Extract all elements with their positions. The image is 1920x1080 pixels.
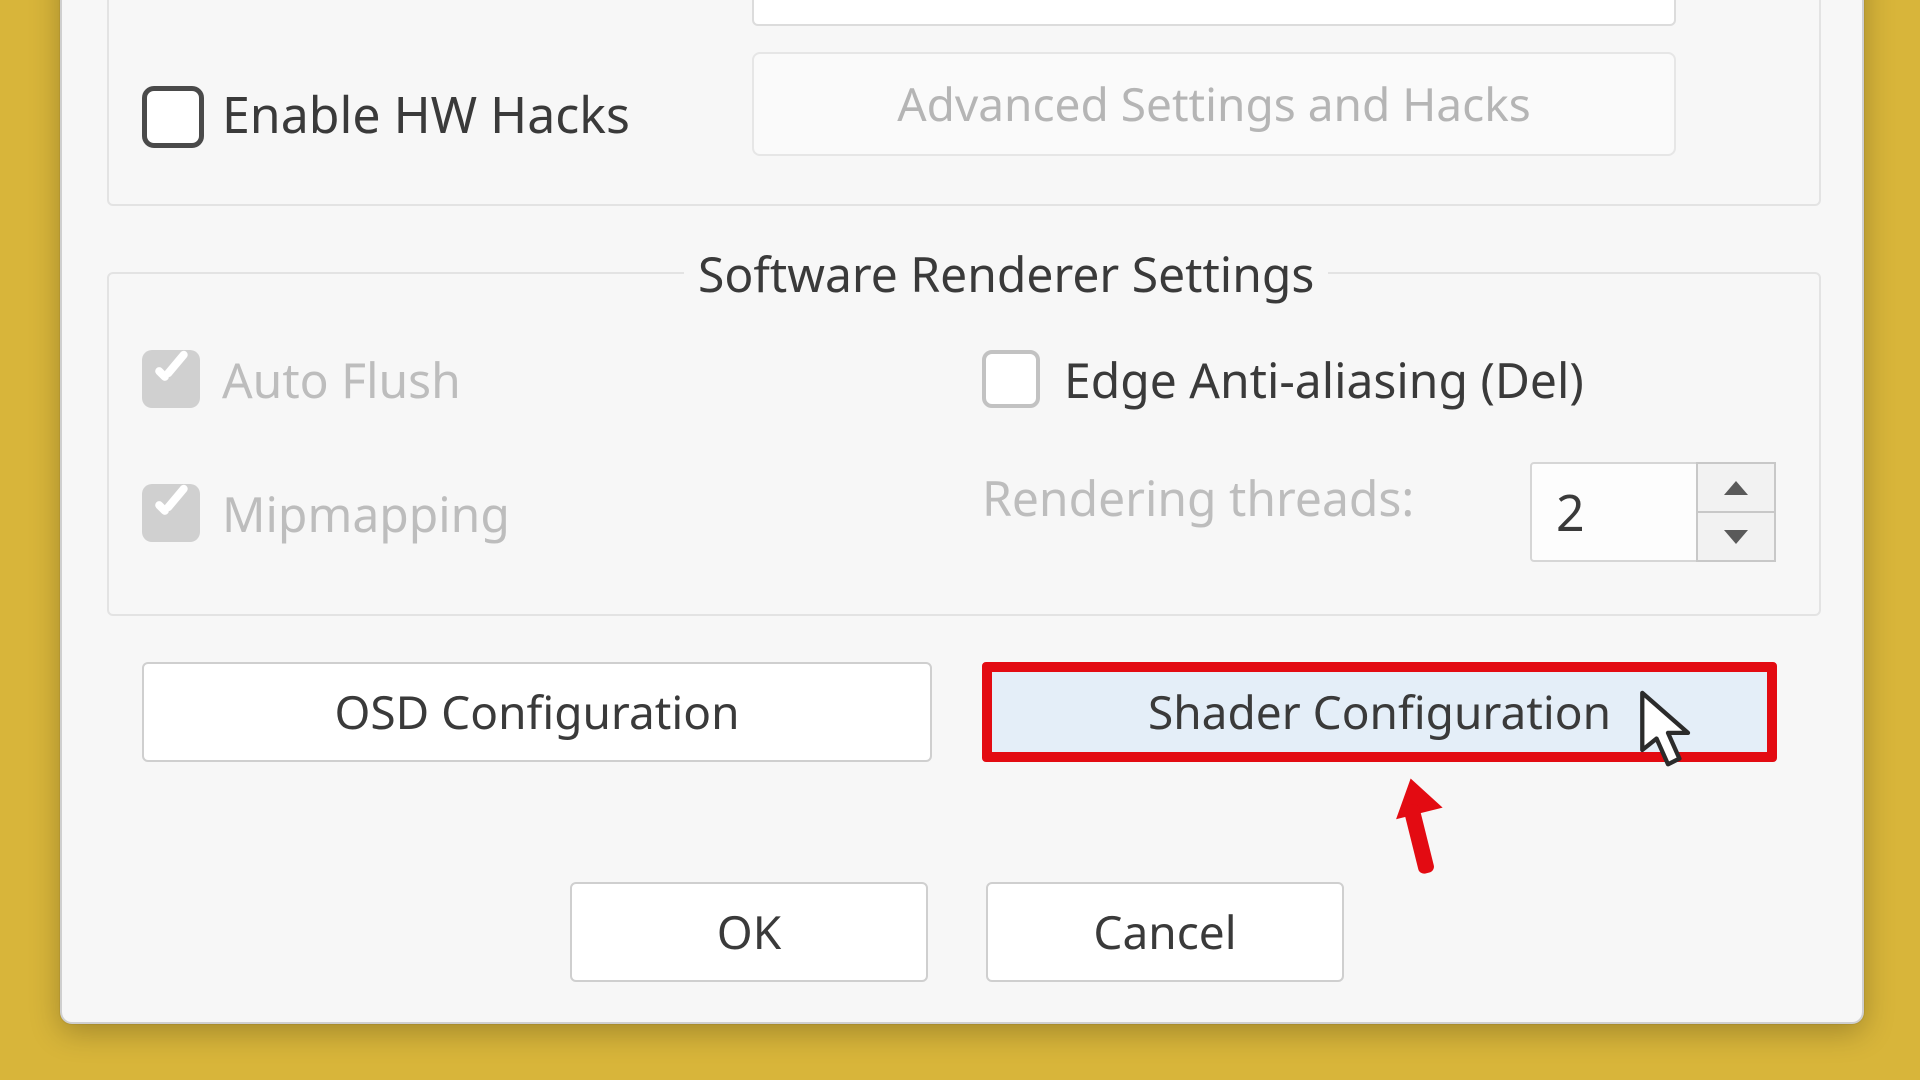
rendering-threads-spinbox[interactable]: 2 — [1530, 462, 1776, 562]
spin-buttons — [1696, 462, 1776, 562]
mipmapping-label: Mipmapping — [222, 482, 510, 547]
top-dropdown[interactable] — [752, 0, 1676, 26]
check-icon — [152, 486, 182, 530]
rendering-threads-value: 2 — [1556, 478, 1585, 546]
cancel-button[interactable]: Cancel — [986, 882, 1344, 982]
auto-flush-label: Auto Flush — [222, 348, 461, 413]
mipmapping-checkbox[interactable] — [142, 484, 200, 542]
advanced-settings-button[interactable]: Advanced Settings and Hacks — [752, 52, 1676, 156]
software-renderer-group: Software Renderer Settings — [107, 272, 1821, 616]
edge-aa-label: Edge Anti-aliasing (Del) — [1064, 348, 1584, 413]
enable-hw-hacks-checkbox[interactable] — [142, 86, 204, 148]
check-icon — [152, 352, 182, 396]
osd-config-button[interactable]: OSD Configuration — [142, 662, 932, 762]
auto-flush-checkbox[interactable] — [142, 350, 200, 408]
enable-hw-hacks-label: Enable HW Hacks — [222, 80, 630, 148]
spin-up-button[interactable] — [1696, 462, 1776, 513]
edge-aa-checkbox[interactable] — [982, 350, 1040, 408]
annotation-arrow-icon — [1377, 776, 1457, 866]
settings-dialog: Enable HW Hacks Advanced Settings and Ha… — [60, 0, 1864, 1024]
desktop-background: Enable HW Hacks Advanced Settings and Ha… — [0, 0, 1920, 1080]
rendering-threads-label: Rendering threads: — [982, 466, 1414, 531]
chevron-down-icon — [1724, 530, 1748, 544]
spin-down-button[interactable] — [1696, 513, 1776, 562]
software-renderer-title: Software Renderer Settings — [684, 242, 1328, 307]
chevron-up-icon — [1724, 481, 1748, 495]
shader-config-button[interactable]: Shader Configuration — [982, 662, 1777, 762]
ok-button[interactable]: OK — [570, 882, 928, 982]
